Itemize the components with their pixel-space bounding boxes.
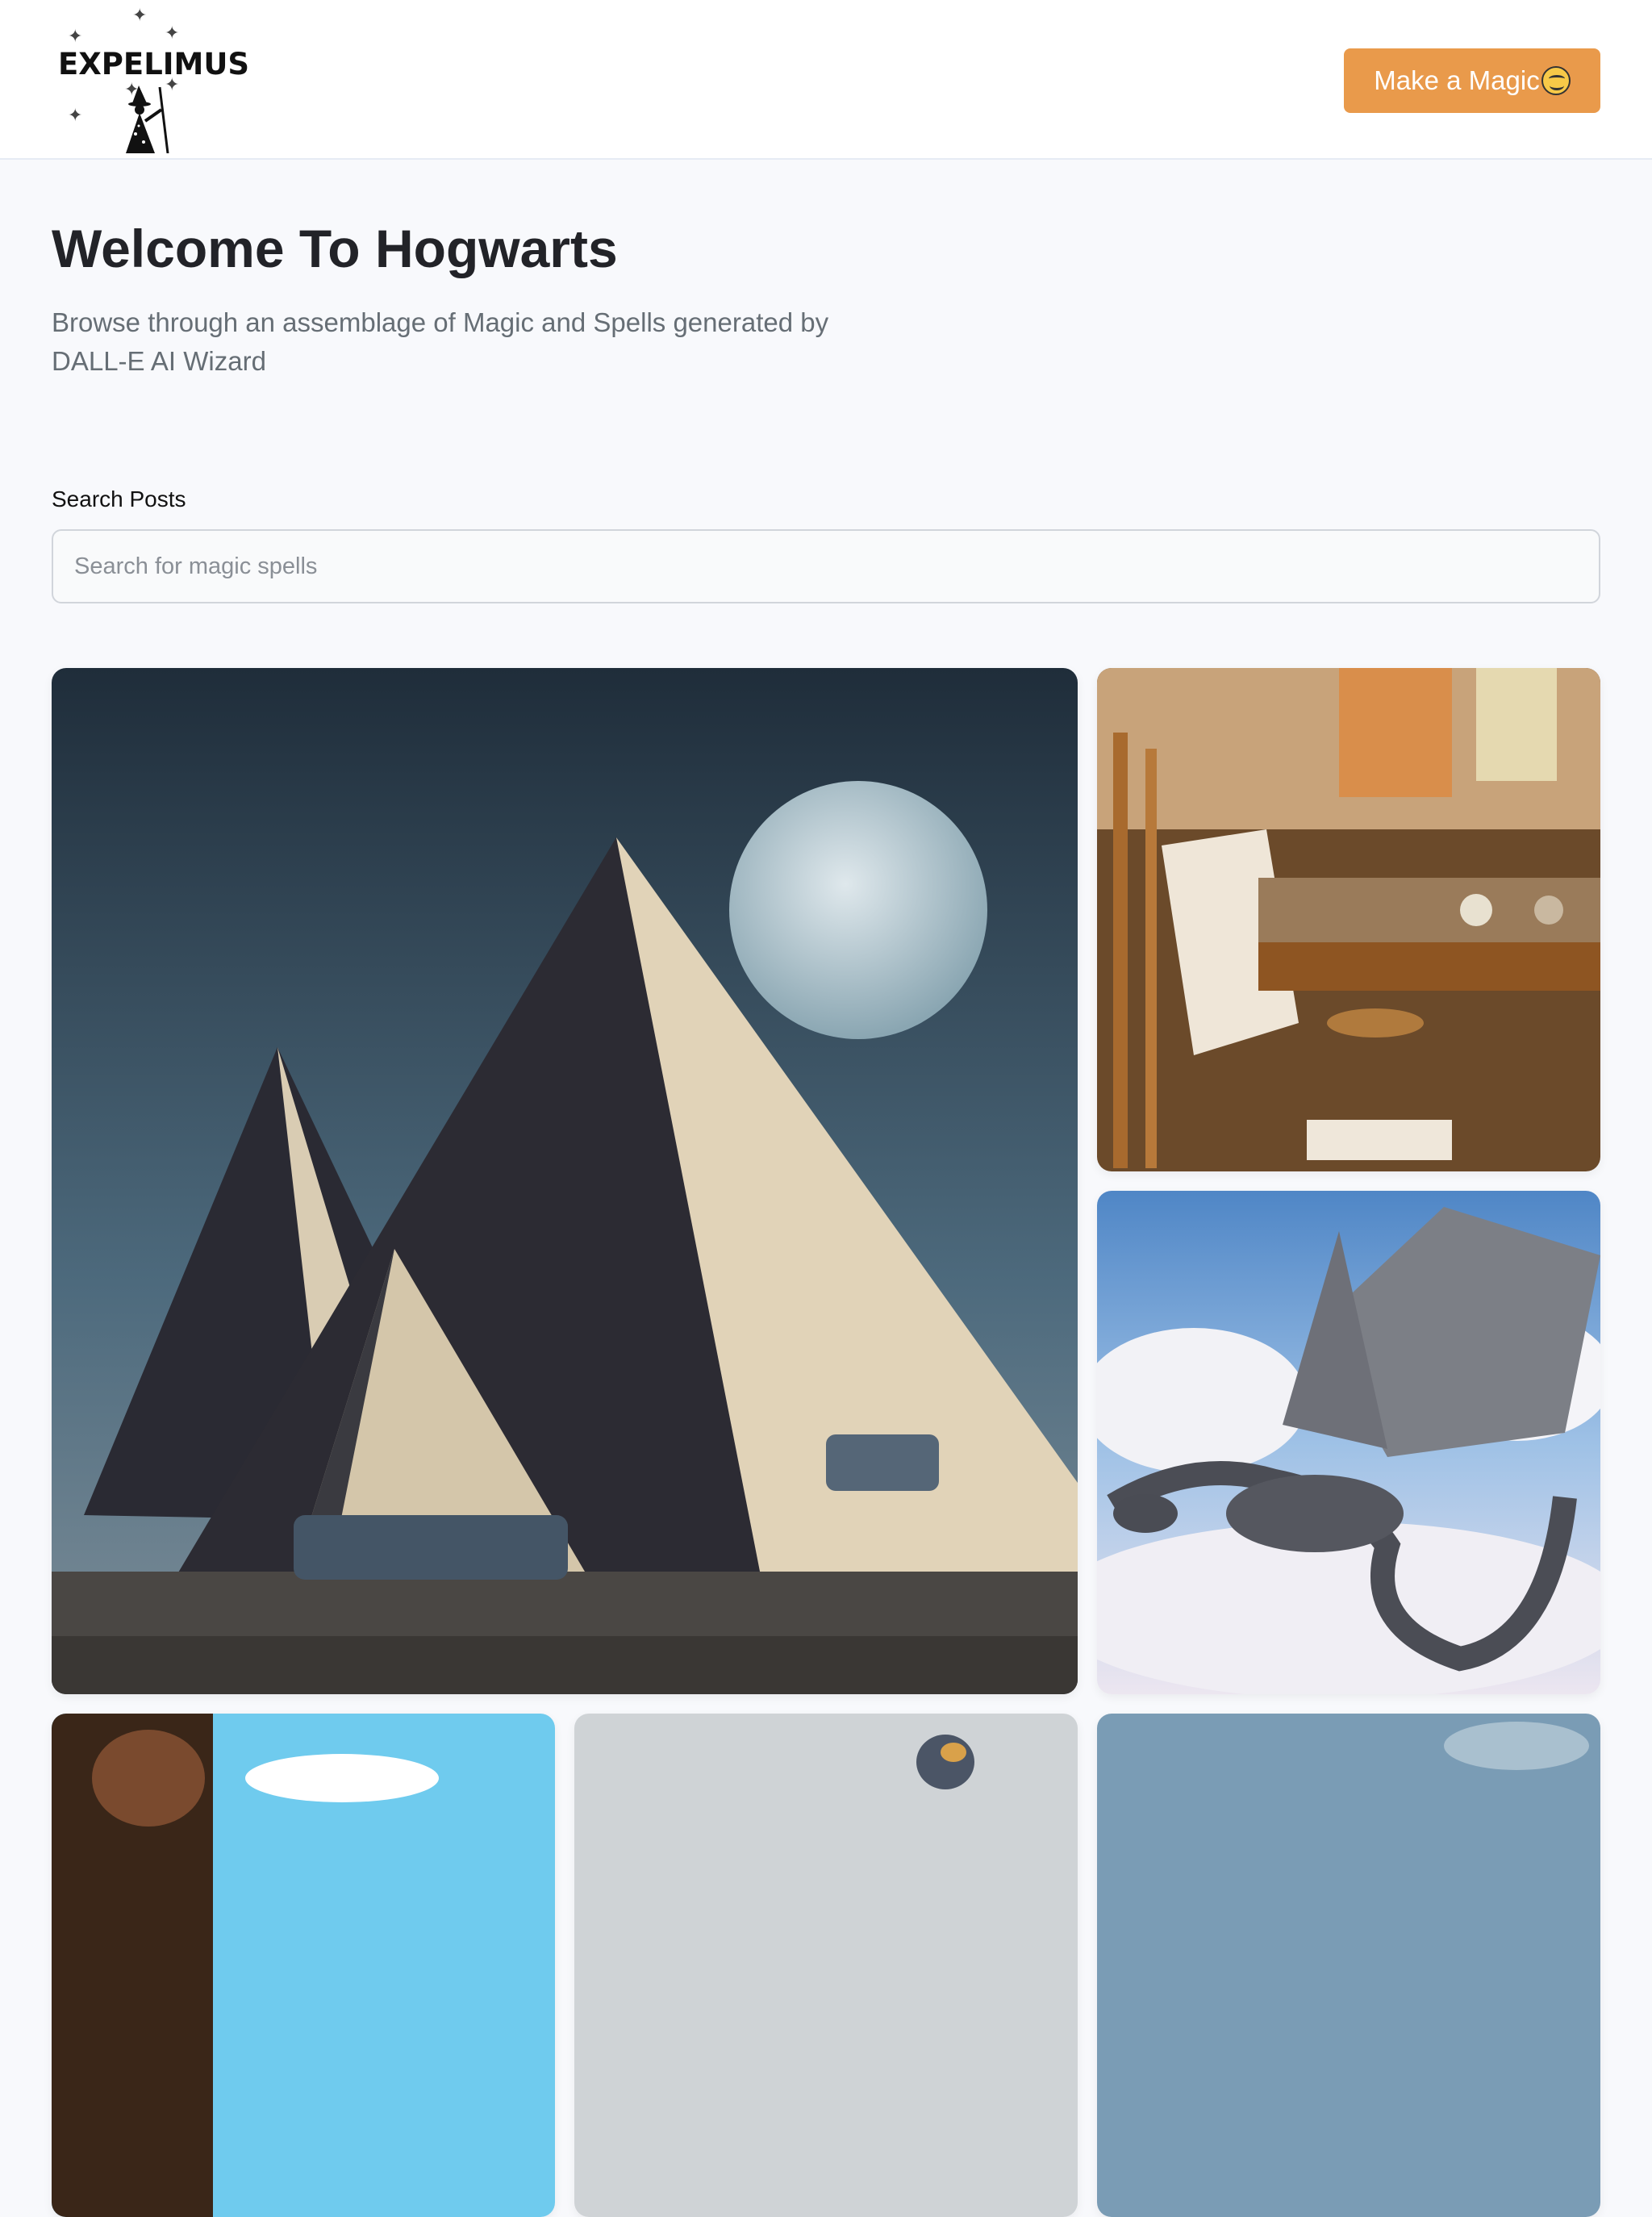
figure-sky-image	[574, 1714, 1078, 2217]
sky-image	[1097, 1714, 1600, 2217]
navbar: ✦ ✦ ✦ EXPELIMUS ✦ ✦ ✦ Make a Magic	[0, 0, 1652, 160]
search-input[interactable]	[52, 529, 1600, 603]
pyramids-with-moon-image	[52, 668, 1078, 1694]
sparkle-icon: ✦	[132, 5, 148, 25]
page-subtitle: Browse through an assemblage of Magic an…	[52, 307, 829, 376]
portrait-sky-image	[52, 1714, 555, 2217]
make-a-magic-label: Make a Magic	[1374, 65, 1540, 95]
sparkle-icon: ✦	[68, 105, 83, 125]
gallery-card-dragon[interactable]	[1097, 1191, 1600, 1694]
gallery-card-studio[interactable]	[1097, 668, 1600, 1171]
gallery-card-sky[interactable]	[1097, 1714, 1600, 2217]
gallery-card-figure[interactable]	[574, 1714, 1078, 2217]
expelimus-logo[interactable]: ✦ ✦ ✦ EXPELIMUS ✦ ✦ ✦	[52, 5, 249, 155]
page-title: Welcome To Hogwarts	[52, 219, 618, 278]
smiling-face-emoji-icon	[1541, 66, 1571, 95]
make-a-magic-button[interactable]: Make a Magic	[1344, 48, 1600, 113]
search-label: Search Posts	[52, 486, 186, 511]
sparkle-icon: ✦	[165, 23, 180, 43]
logo-text: EXPELIMUS	[58, 47, 250, 81]
sparkle-icon: ✦	[68, 26, 83, 46]
wizard-icon	[126, 86, 169, 153]
gallery-card-portrait[interactable]	[52, 1714, 555, 2217]
dragon-in-clouds-image	[1097, 1191, 1600, 1694]
gallery-card-pyramids[interactable]	[52, 668, 1078, 1694]
artist-studio-image	[1097, 668, 1600, 1171]
